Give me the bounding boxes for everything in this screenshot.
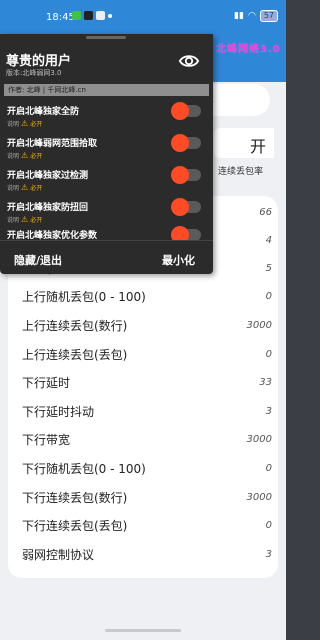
row-value: 66 xyxy=(259,206,272,218)
row-value: 3000 xyxy=(246,433,272,445)
status-time: 18:45 xyxy=(46,12,75,23)
dot-icon xyxy=(108,14,112,18)
feature-note: 说明 ⚠ 必开 xyxy=(7,151,42,160)
row-label: 下行延时抖动 xyxy=(22,404,95,419)
settings-row[interactable]: 下行延时抖动 3 xyxy=(22,397,272,425)
feature-name: 开启北峰独家过检测 xyxy=(7,171,89,181)
note-label: 说明 xyxy=(7,185,20,192)
notification-icon xyxy=(96,11,105,20)
value-input[interactable]: 开 xyxy=(214,128,274,158)
feature-toggle[interactable] xyxy=(171,102,201,120)
note-text: 必开 xyxy=(30,185,43,192)
toggle-knob xyxy=(171,226,189,240)
note-label: 说明 xyxy=(7,217,20,224)
row-value: 3 xyxy=(265,548,272,560)
feature-note: 说明 ⚠ 必开 xyxy=(7,183,42,192)
row-label: 上行连续丢包(数行) xyxy=(22,318,128,333)
warning-icon: ⚠ xyxy=(21,151,29,160)
panel-title: 尊贵的用户 xyxy=(6,54,72,69)
wechat-icon xyxy=(72,11,81,20)
row-label: 下行连续丢包(丢包) xyxy=(22,518,128,533)
note-text: 必开 xyxy=(30,217,43,224)
notification-icons xyxy=(72,11,112,20)
row-value: 33 xyxy=(259,376,272,388)
hide-exit-button[interactable]: 隐藏/退出 xyxy=(14,252,62,268)
toggle-knob xyxy=(171,102,189,120)
feature-note: 说明 ⚠ 必开 xyxy=(7,119,42,128)
note-label: 说明 xyxy=(7,121,20,128)
feature-name: 开启北峰独家防扭回 xyxy=(7,203,89,213)
settings-row[interactable]: 下行带宽 3000 xyxy=(22,425,272,453)
gesture-bar[interactable] xyxy=(105,629,181,632)
row-label: 下行延时 xyxy=(22,375,71,390)
input-value: 开 xyxy=(250,137,267,156)
panel-footer: 隐藏/退出 最小化 xyxy=(0,240,213,274)
toggle-knob xyxy=(171,134,189,152)
feature-item: 开启北峰独家过检测 说明 ⚠ 必开 xyxy=(7,164,207,196)
battery-icon: 57 xyxy=(259,10,278,22)
row-label: 下行随机丢包(0 - 100) xyxy=(22,461,146,476)
feature-item: 开启北峰独家优化参数 xyxy=(7,224,207,240)
settings-row[interactable]: 上行连续丢包(数行) 3000 xyxy=(22,311,272,339)
feature-toggle[interactable] xyxy=(171,134,201,152)
row-value: 3000 xyxy=(246,491,272,503)
minimize-button[interactable]: 最小化 xyxy=(162,252,195,268)
row-label: 下行带宽 xyxy=(22,432,71,447)
eye-icon[interactable] xyxy=(178,50,200,72)
feature-toggle[interactable] xyxy=(171,226,201,240)
feature-list: 开启北峰独家全防 说明 ⚠ 必开 开启北峰弱网范围拾取 说明 ⚠ 必开 开启北峰… xyxy=(0,98,213,240)
row-value: 3000 xyxy=(246,319,272,331)
feature-toggle[interactable] xyxy=(171,198,201,216)
row-label: 上行连续丢包(丢包) xyxy=(22,347,128,362)
feature-toggle[interactable] xyxy=(171,166,201,184)
row-value: 0 xyxy=(265,519,272,531)
settings-row[interactable]: 弱网控制协议 3 xyxy=(22,540,272,568)
settings-row[interactable]: 下行延时 33 xyxy=(22,368,272,396)
note-text: 必开 xyxy=(30,121,43,128)
feature-name: 开启北峰独家全防 xyxy=(7,107,80,117)
settings-row[interactable]: 上行随机丢包(0 - 100) 0 xyxy=(22,282,272,310)
settings-row[interactable]: 下行连续丢包(数行) 3000 xyxy=(22,483,272,511)
continuous-loss-label: 连续丢包率 xyxy=(218,167,264,177)
row-label: 上行随机丢包(0 - 100) xyxy=(22,289,146,304)
warning-icon: ⚠ xyxy=(21,119,29,128)
note-text: 必开 xyxy=(30,153,43,160)
feature-name: 开启北峰弱网范围拾取 xyxy=(7,139,98,149)
row-value: 5 xyxy=(265,262,272,274)
floating-menu-panel: 尊贵的用户 版本:北峰弱网3.0 作者: 北峰 | 千网北峰.cn 开启北峰独家… xyxy=(0,34,213,274)
row-label: 弱网控制协议 xyxy=(22,547,95,562)
status-right: ▮▮ ◠ 57 xyxy=(234,10,278,22)
row-value: 4 xyxy=(265,234,272,246)
row-label: 下行连续丢包(数行) xyxy=(22,490,128,505)
settings-row[interactable]: 下行随机丢包(0 - 100) 0 xyxy=(22,454,272,482)
warning-icon: ⚠ xyxy=(21,183,29,192)
warning-icon: ⚠ xyxy=(21,215,29,224)
settings-row[interactable]: 上行连续丢包(丢包) 0 xyxy=(22,340,272,368)
app-icon xyxy=(84,11,93,20)
settings-row[interactable]: 下行连续丢包(丢包) 0 xyxy=(22,511,272,539)
feature-item: 开启北峰弱网范围拾取 说明 ⚠ 必开 xyxy=(7,132,207,164)
author-bar: 作者: 北峰 | 千网北峰.cn xyxy=(4,84,209,96)
wifi-icon: ◠ xyxy=(247,11,256,21)
row-value: 0 xyxy=(265,348,272,360)
panel-version: 版本:北峰弱网3.0 xyxy=(6,69,62,77)
rainbow-title: 北峰网络3.0 xyxy=(216,44,281,55)
status-bar: 18:45 ▮▮ ◠ 57 xyxy=(0,0,286,34)
feature-name: 开启北峰独家优化参数 xyxy=(7,231,98,240)
row-value: 3 xyxy=(265,405,272,417)
row-value: 0 xyxy=(265,290,272,302)
feature-note: 说明 ⚠ 必开 xyxy=(7,215,42,224)
toggle-knob xyxy=(171,198,189,216)
toggle-knob xyxy=(171,166,189,184)
note-label: 说明 xyxy=(7,153,20,160)
drag-handle[interactable] xyxy=(86,36,126,39)
row-value: 0 xyxy=(265,462,272,474)
feature-item: 开启北峰独家全防 说明 ⚠ 必开 xyxy=(7,100,207,132)
signal-icon: ▮▮ xyxy=(234,11,244,21)
